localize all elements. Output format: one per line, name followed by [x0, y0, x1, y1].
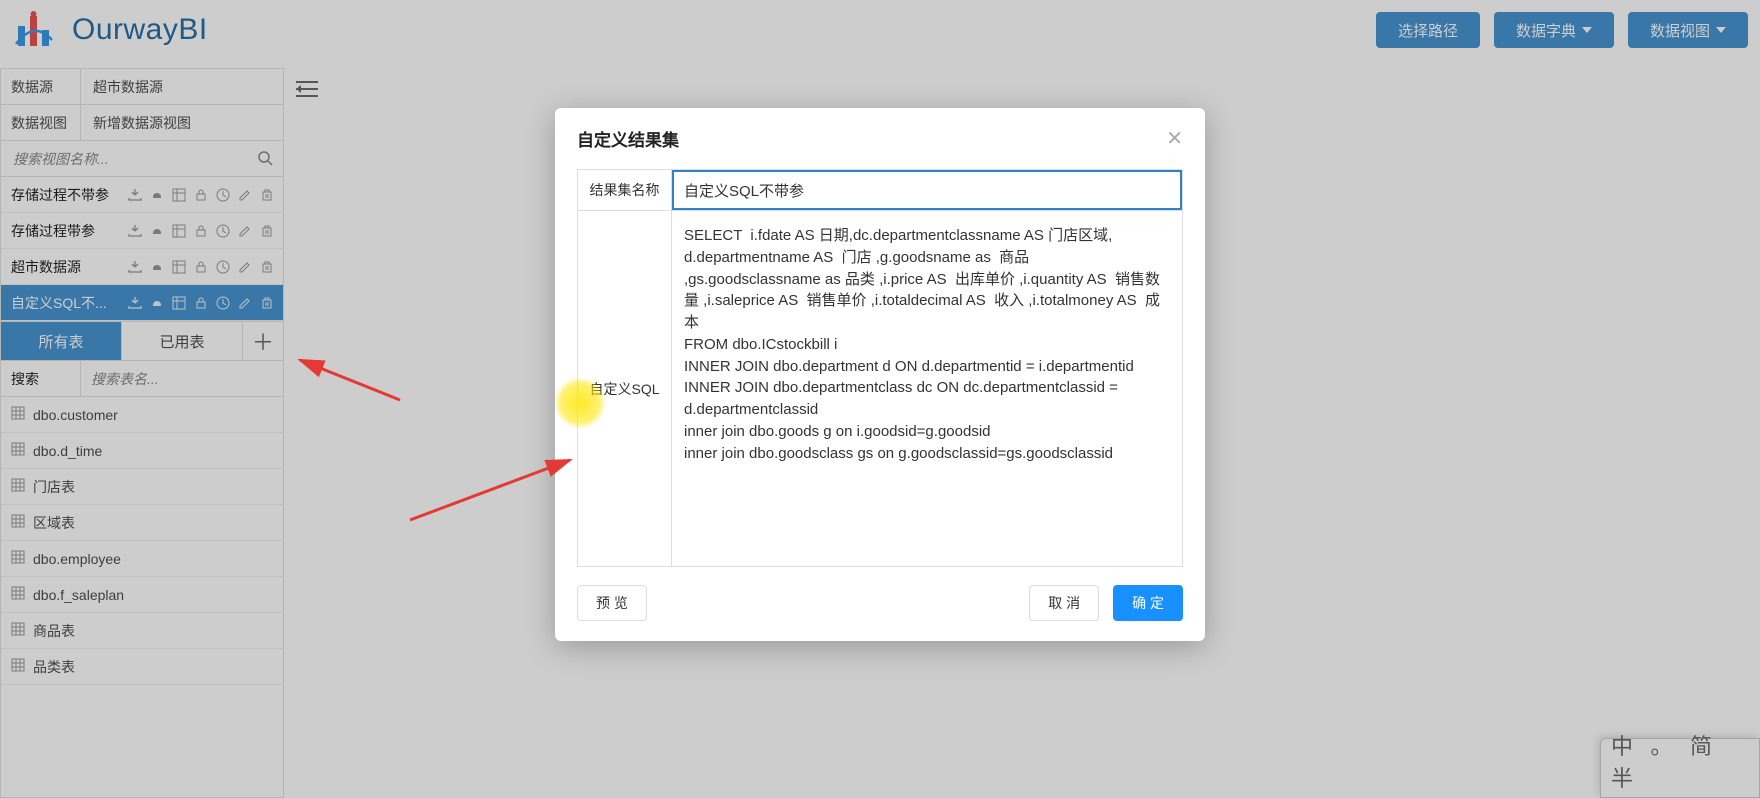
- cursor-highlight: [555, 378, 605, 428]
- sql-textarea[interactable]: [672, 211, 1182, 561]
- close-icon[interactable]: ✕: [1166, 126, 1183, 151]
- preview-button[interactable]: 预 览: [577, 585, 647, 621]
- result-name-input[interactable]: [672, 170, 1182, 210]
- result-name-label: 结果集名称: [578, 170, 672, 211]
- ok-button[interactable]: 确 定: [1113, 585, 1183, 621]
- cancel-button[interactable]: 取 消: [1029, 585, 1099, 621]
- modal-overlay: 自定义结果集 ✕ 结果集名称 自定义SQL 预 览 取 消 确 定: [0, 0, 1760, 798]
- custom-sql-modal: 自定义结果集 ✕ 结果集名称 自定义SQL 预 览 取 消 确 定: [555, 108, 1205, 641]
- modal-title: 自定义结果集: [577, 126, 679, 151]
